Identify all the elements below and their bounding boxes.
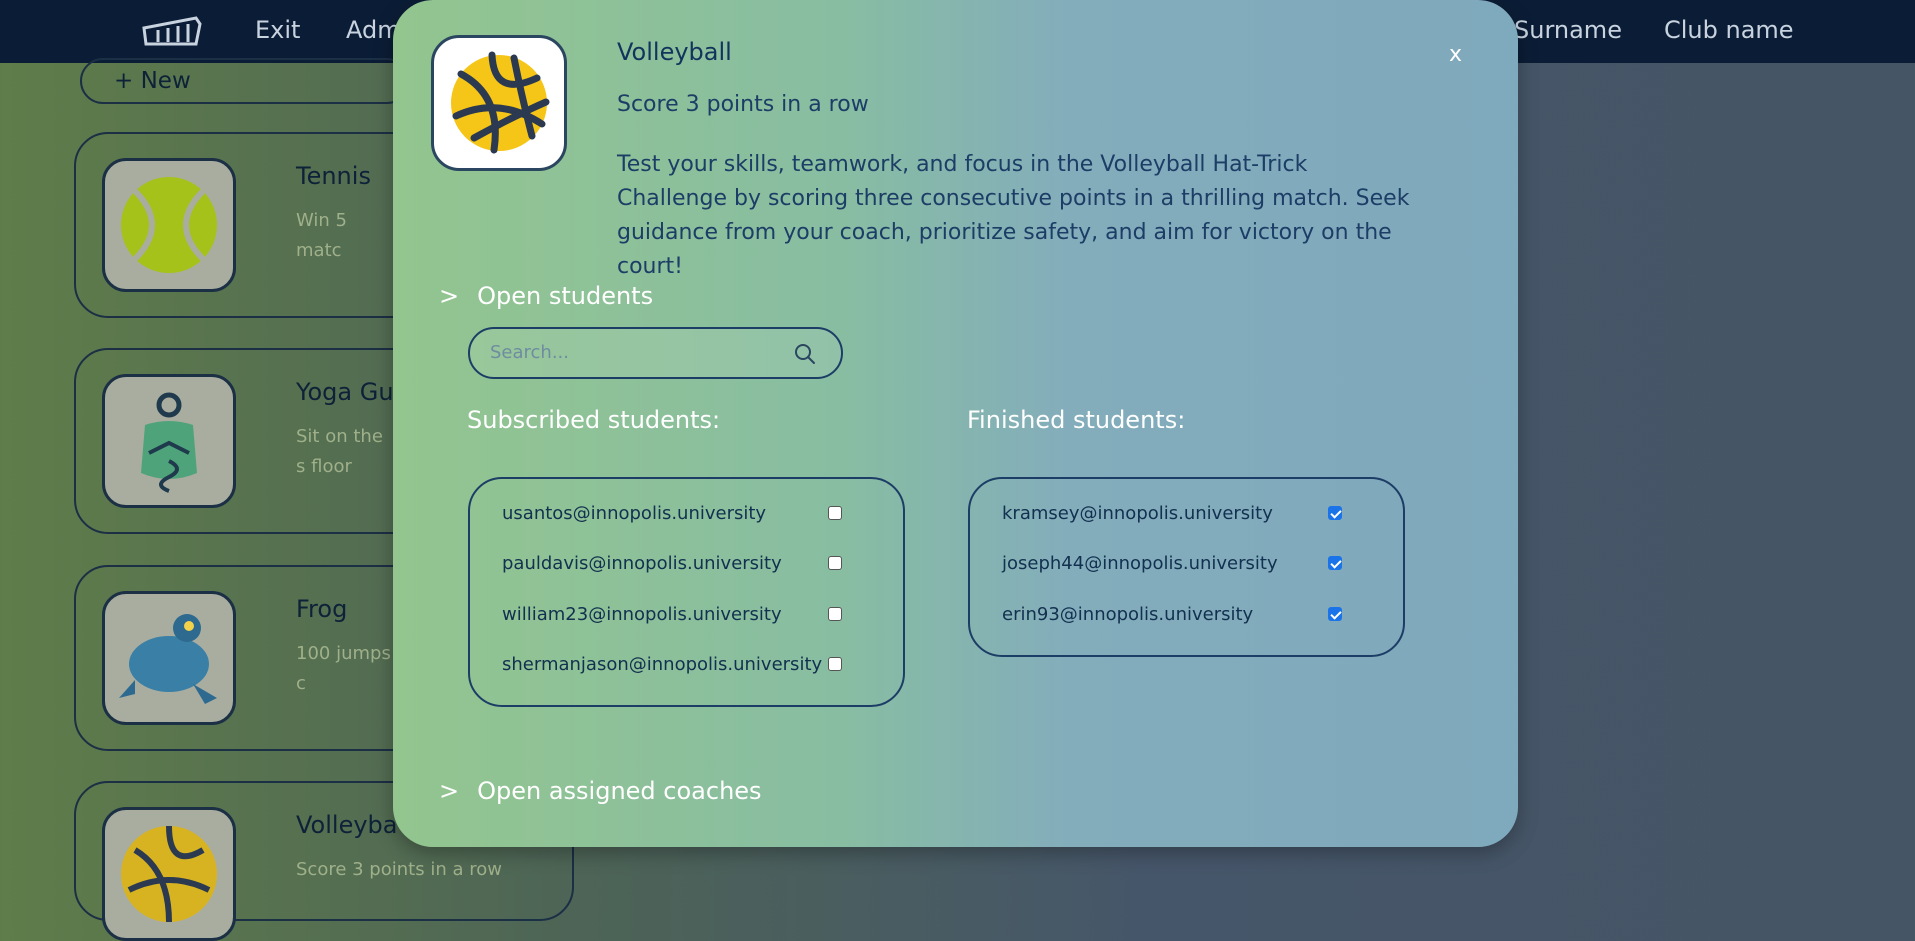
student-email: kramsey@innopolis.university <box>1002 503 1273 524</box>
open-students-toggle[interactable]: > Open students <box>439 282 653 310</box>
volleyball-icon <box>431 35 567 171</box>
card-title: Volleyba <box>296 811 398 839</box>
logo-icon[interactable] <box>140 14 204 50</box>
student-checkbox-checked[interactable] <box>1328 506 1342 520</box>
student-checkbox[interactable] <box>828 506 842 520</box>
toggle-label: Open students <box>477 282 654 310</box>
modal-subtitle: Score 3 points in a row <box>617 92 869 117</box>
card-subtitle: 100 jumps c <box>296 643 391 694</box>
nav-exit[interactable]: Exit <box>255 16 300 44</box>
subscribed-list: usantos@innopolis.university pauldavis@i… <box>468 477 905 707</box>
chevron-right-icon: > <box>439 282 460 310</box>
new-challenge-button[interactable]: + New <box>80 58 410 104</box>
chevron-right-icon: > <box>439 777 460 805</box>
student-checkbox-checked[interactable] <box>1328 607 1342 621</box>
modal-description: Test your skills, teamwork, and focus in… <box>617 152 1410 279</box>
student-checkbox[interactable] <box>828 607 842 621</box>
card-title: Yoga Gur <box>296 378 404 406</box>
card-subtitle: Win 5 matc <box>296 210 347 261</box>
modal-title: Volleyball <box>617 38 732 66</box>
student-email: pauldavis@innopolis.university <box>502 553 782 574</box>
close-button[interactable]: x <box>1449 42 1462 67</box>
card-subtitle: Sit on the s floor <box>296 426 383 477</box>
finished-list: kramsey@innopolis.university joseph44@in… <box>968 477 1405 657</box>
student-email: shermanjason@innopolis.university <box>502 654 823 675</box>
nav-club-name[interactable]: Club name <box>1664 16 1794 44</box>
toggle-label: Open assigned coaches <box>477 777 762 805</box>
student-checkbox[interactable] <box>828 657 842 671</box>
student-search <box>468 327 843 379</box>
finished-heading: Finished students: <box>967 406 1186 434</box>
search-icon[interactable] <box>793 342 817 366</box>
volleyball-icon <box>102 807 236 941</box>
student-checkbox[interactable] <box>828 556 842 570</box>
student-email: joseph44@innopolis.university <box>1002 553 1278 574</box>
nav-surname[interactable]: Surname <box>1514 16 1622 44</box>
card-subtitle: Score 3 points in a row <box>296 859 502 880</box>
open-coaches-toggle[interactable]: > Open assigned coaches <box>439 777 762 805</box>
student-email: erin93@innopolis.university <box>1002 604 1254 625</box>
card-title: Tennis <box>296 162 371 190</box>
subscribed-heading: Subscribed students: <box>467 406 721 434</box>
search-input[interactable] <box>488 341 782 364</box>
student-checkbox-checked[interactable] <box>1328 556 1342 570</box>
challenge-modal: Volleyball Score 3 points in a row Test … <box>393 0 1518 847</box>
student-email: usantos@innopolis.university <box>502 503 767 524</box>
frog-icon <box>102 591 236 725</box>
student-email: william23@innopolis.university <box>502 604 782 625</box>
tennis-ball-icon <box>102 158 236 292</box>
yoga-figure-icon <box>102 374 236 508</box>
card-title: Frog <box>296 595 348 623</box>
